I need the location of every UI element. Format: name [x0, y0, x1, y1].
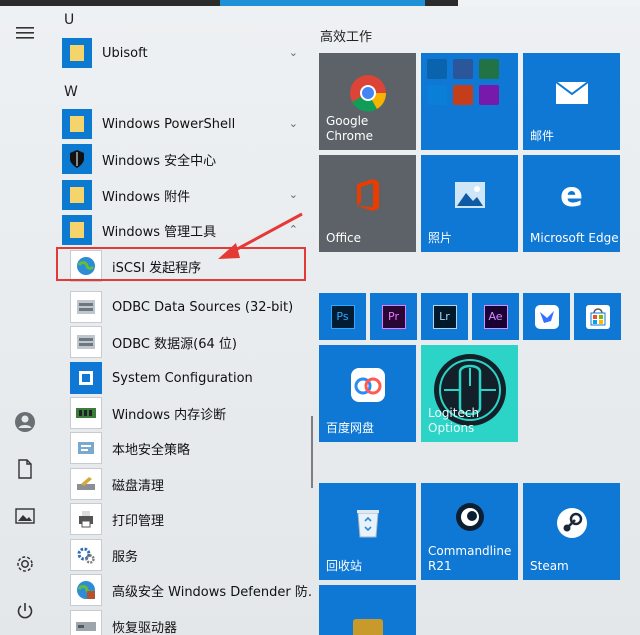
database-icon [70, 291, 102, 323]
app-memory-diagnostic[interactable]: Windows 内存诊断 [70, 396, 312, 430]
outlook-icon [427, 59, 447, 79]
services-gear-icon [70, 539, 102, 571]
app-print-management[interactable]: 打印管理 [70, 502, 312, 536]
settings-icon[interactable] [12, 551, 38, 577]
hamburger-menu-icon[interactable] [12, 20, 38, 46]
app-services[interactable]: 服务 [70, 538, 312, 572]
disk-cleanup-icon [70, 468, 102, 500]
tile-google-chrome[interactable]: Google Chrome [319, 53, 416, 150]
chevron-down-icon: ⌄ [288, 117, 298, 130]
store-bag-icon [574, 293, 621, 340]
memory-chip-icon [70, 397, 102, 429]
mail-icon [523, 53, 620, 132]
app-ubisoft[interactable]: Ubisoft ⌄ [62, 36, 308, 70]
app-system-configuration[interactable]: System Configuration [70, 361, 312, 395]
folder-icon [62, 109, 92, 139]
baidu-cloud-icon [319, 345, 416, 424]
excel-icon [479, 59, 499, 79]
documents-icon[interactable] [12, 456, 38, 482]
app-recovery-drive[interactable]: 恢复驱动器 [70, 609, 312, 635]
letter-w[interactable]: W [64, 84, 78, 100]
cinema4d-icon [421, 483, 518, 550]
tile-logitech-options[interactable]: Logitech Options [421, 345, 518, 442]
app-odbc-64[interactable]: ODBC 数据源(64 位) [70, 325, 312, 359]
tile-recycle-bin[interactable]: 回收站 [319, 483, 416, 580]
photos-icon [421, 155, 518, 234]
bird-app-icon [523, 293, 570, 340]
start-menu: U Ubisoft ⌄ W Windows PowerShell ⌄ Windo… [0, 0, 640, 635]
pubg-icon [319, 617, 416, 635]
highlight-box [56, 247, 306, 281]
tile-lightroom[interactable]: Lr [421, 293, 468, 340]
word-icon [453, 59, 473, 79]
tile-microsoft-store[interactable] [574, 293, 621, 340]
app-windows-powershell[interactable]: Windows PowerShell ⌄ [62, 107, 308, 141]
powerpoint-icon [453, 85, 473, 105]
app-odbc-32[interactable]: ODBC Data Sources (32-bit) [70, 290, 312, 324]
chevron-up-icon: ⌃ [288, 223, 298, 236]
pictures-icon[interactable] [12, 503, 38, 529]
onenote-icon [479, 85, 499, 105]
app-windows-security[interactable]: Windows 安全中心 [62, 142, 308, 176]
tile-office[interactable]: Office [319, 155, 416, 252]
chevron-down-icon: ⌄ [288, 46, 298, 59]
tile-pubg[interactable] [319, 585, 416, 635]
security-policy-icon [70, 432, 102, 464]
after-effects-icon: Ae [472, 293, 519, 340]
premiere-icon: Pr [370, 293, 417, 340]
folder-icon [62, 38, 92, 68]
app-list-scrollbar[interactable] [311, 416, 313, 488]
chevron-down-icon: ⌄ [288, 188, 298, 201]
tile-after-effects[interactable]: Ae [472, 293, 519, 340]
app-windows-admin-tools[interactable]: Windows 管理工具 ⌃ [62, 213, 308, 247]
lightroom-icon: Lr [421, 293, 468, 340]
tile-baidu-netdisk[interactable]: 百度网盘 [319, 345, 416, 442]
database-icon [70, 326, 102, 358]
edge-icon: e [559, 174, 584, 215]
onedrive-icon [427, 85, 447, 105]
folder-icon [62, 215, 92, 245]
tile-photoshop[interactable]: Ps [319, 293, 366, 340]
tile-commandline-r21[interactable]: Commandline R21 [421, 483, 518, 580]
office-icon [319, 155, 416, 234]
app-local-security-policy[interactable]: 本地安全策略 [70, 431, 312, 465]
system-config-icon [70, 362, 102, 394]
printer-icon [70, 503, 102, 535]
tile-feishu[interactable] [523, 293, 570, 340]
shield-icon [62, 144, 92, 174]
photoshop-icon: Ps [319, 293, 366, 340]
tile-section-title[interactable]: 高效工作 [320, 26, 372, 45]
power-icon[interactable] [12, 598, 38, 624]
left-rail [0, 6, 50, 635]
tile-steam[interactable]: Steam [523, 483, 620, 580]
steam-icon [523, 483, 620, 562]
recovery-drive-icon [70, 610, 102, 635]
tile-office-apps-group[interactable] [421, 53, 518, 150]
tile-premiere[interactable]: Pr [370, 293, 417, 340]
app-windows-accessories[interactable]: Windows 附件 ⌄ [62, 178, 308, 212]
app-defender-firewall[interactable]: 高级安全 Windows Defender 防... [70, 573, 312, 607]
app-list: U Ubisoft ⌄ W Windows PowerShell ⌄ Windo… [50, 6, 312, 635]
app-disk-cleanup[interactable]: 磁盘清理 [70, 467, 312, 501]
folder-icon [62, 180, 92, 210]
tile-area: 高效工作 Google Chrome 邮件 Office 照片 e Micros… [318, 6, 640, 635]
recycle-bin-icon [319, 483, 416, 562]
firewall-icon [70, 574, 102, 606]
letter-u[interactable]: U [64, 12, 74, 28]
tile-mail[interactable]: 邮件 [523, 53, 620, 150]
user-avatar-icon[interactable] [12, 409, 38, 435]
tile-microsoft-edge[interactable]: e Microsoft Edge [523, 155, 620, 252]
tile-photos[interactable]: 照片 [421, 155, 518, 252]
